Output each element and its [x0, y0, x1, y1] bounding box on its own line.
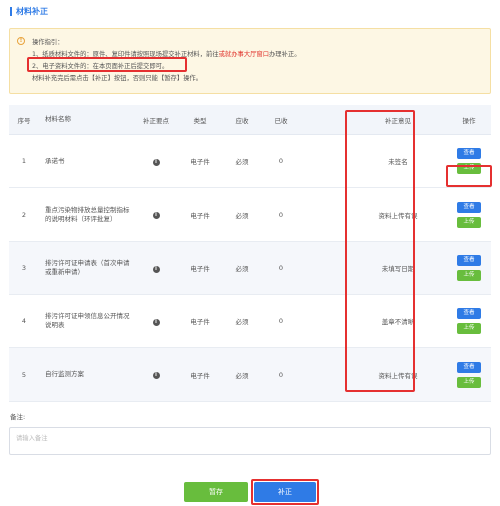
info-icon[interactable]: i — [152, 212, 160, 219]
section-title: 材料补正 — [16, 6, 48, 16]
row-required: 必须 — [235, 371, 249, 380]
row-key-points: i — [133, 317, 179, 326]
materials-table: 序号 材料名称 补正要点 类型 应收 已收 补正意见 操作 1 承诺书 i 电子… — [9, 105, 491, 402]
row-received: 0 — [278, 317, 284, 325]
row-no: 2 — [21, 210, 27, 219]
row-required: 必须 — [235, 265, 249, 273]
header-type: 类型 — [193, 116, 207, 125]
row-name: 承诺书 — [45, 156, 65, 165]
row-operations: 查看 上传 — [447, 148, 491, 174]
table-row: 3 排污许可证申请表（首次申请或重新申请） i 电子件 必须 0 未填写日期 查… — [9, 242, 491, 295]
upload-button[interactable]: 上传 — [457, 270, 481, 281]
notice-line-1-highlight: 或就办事大厅窗口 — [218, 51, 269, 58]
upload-button[interactable]: 上传 — [457, 323, 481, 334]
header-operation: 操作 — [462, 116, 476, 125]
row-type: 电子件 — [190, 318, 210, 326]
header-no: 序号 — [17, 116, 31, 125]
info-icon[interactable]: i — [152, 372, 160, 379]
row-operations: 查看 上传 — [447, 308, 491, 334]
table-header: 序号 材料名称 补正要点 类型 应收 已收 补正意见 操作 — [9, 105, 491, 135]
notice-heading: 操作指引： — [32, 39, 64, 46]
header-opinion: 补正意见 — [385, 116, 411, 125]
header-key-points: 补正要点 — [143, 116, 169, 125]
row-opinion: 未签名 — [388, 158, 408, 166]
row-no: 5 — [21, 370, 27, 379]
row-name: 自行监测方案 — [45, 370, 84, 378]
submit-correction-button[interactable]: 补正 — [254, 482, 316, 502]
view-button[interactable]: 查看 — [457, 308, 481, 319]
notice-line-2: 2、电子资料文件的：在本页面补正后提交即可。 — [32, 63, 169, 70]
row-received: 0 — [278, 157, 284, 165]
header-required: 应收 — [235, 116, 249, 125]
row-type: 电子件 — [190, 265, 210, 273]
table-row: 2 重点污染物排放总量控制指标的说明材料（环评批复） i 电子件 必须 0 资料… — [9, 188, 491, 242]
row-type: 电子件 — [190, 158, 210, 166]
info-icon[interactable]: i — [152, 265, 160, 273]
row-received: 0 — [278, 210, 284, 219]
table-row: 5 自行监测方案 i 电子件 必须 0 资料上传有误 查看 上传 — [9, 348, 491, 402]
section-title-accent — [10, 6, 12, 16]
row-no: 3 — [21, 264, 27, 272]
table-row: 1 承诺书 i 电子件 必须 0 未签名 查看 上传 — [9, 135, 491, 188]
row-no: 4 — [21, 317, 27, 325]
upload-button[interactable]: 上传 — [457, 163, 481, 174]
row-opinion: 盖章不清晰 — [381, 318, 415, 326]
header-name: 材料名称 — [45, 115, 71, 123]
notice-panel: ! 操作指引： 1、纸质材料文件的：原件、复印件请按照现场提交补正材料，前往或就… — [9, 28, 491, 94]
row-operations: 查看 上传 — [447, 255, 491, 281]
table-row: 4 排污许可证申领信息公开情况说明表 i 电子件 必须 0 盖章不清晰 查看 上… — [9, 295, 491, 348]
save-draft-button[interactable]: 暂存 — [184, 482, 248, 502]
row-key-points: i — [133, 370, 179, 379]
row-opinion: 未填写日期 — [381, 265, 415, 273]
warning-icon: ! — [17, 37, 25, 45]
row-required: 必须 — [235, 158, 249, 166]
row-required: 必须 — [235, 318, 249, 326]
row-key-points: i — [133, 210, 179, 219]
row-key-points: i — [133, 157, 179, 166]
info-icon[interactable]: i — [152, 158, 160, 166]
row-name: 排污许可证申领信息公开情况说明表 — [45, 312, 130, 329]
row-required: 必须 — [235, 211, 249, 220]
view-button[interactable]: 查看 — [457, 148, 481, 159]
row-operations: 查看 上传 — [447, 361, 491, 388]
row-received: 0 — [278, 370, 284, 379]
row-received: 0 — [278, 264, 284, 272]
row-type: 电子件 — [190, 211, 210, 220]
notice-line-1-end: 办理补正。 — [269, 51, 301, 58]
header-received: 已收 — [274, 116, 288, 125]
row-type: 电子件 — [190, 371, 210, 380]
view-button[interactable]: 查看 — [457, 255, 481, 266]
section-header: 材料补正 — [10, 5, 48, 17]
row-no: 1 — [21, 157, 27, 165]
upload-button[interactable]: 上传 — [457, 376, 481, 388]
upload-button[interactable]: 上传 — [457, 216, 481, 228]
row-key-points: i — [133, 264, 179, 273]
row-opinion: 资料上传有误 — [378, 371, 418, 380]
info-icon[interactable]: i — [152, 318, 160, 326]
row-operations: 查看 上传 — [447, 201, 491, 228]
notice-line-1: 1、纸质材料文件的：原件、复印件请按照现场提交补正材料，前往或就办事大厅窗口办理… — [32, 49, 300, 58]
remark-input[interactable]: 请输入备注 — [9, 427, 491, 455]
notice-line-3: 材料补充完后需点击【补正】按钮，否则只能【暂存】操作。 — [32, 75, 203, 82]
row-name: 排污许可证申请表（首次申请或重新申请） — [45, 259, 130, 276]
row-name: 重点污染物排放总量控制指标的说明材料（环评批复） — [45, 205, 130, 223]
notice-line-1-start: 1、纸质材料文件的：原件、复印件请按照现场提交补正材料，前往 — [32, 51, 219, 58]
row-opinion: 资料上传有误 — [378, 211, 418, 220]
remark-label: 备注: — [10, 413, 26, 421]
view-button[interactable]: 查看 — [457, 361, 481, 373]
view-button[interactable]: 查看 — [457, 201, 481, 213]
